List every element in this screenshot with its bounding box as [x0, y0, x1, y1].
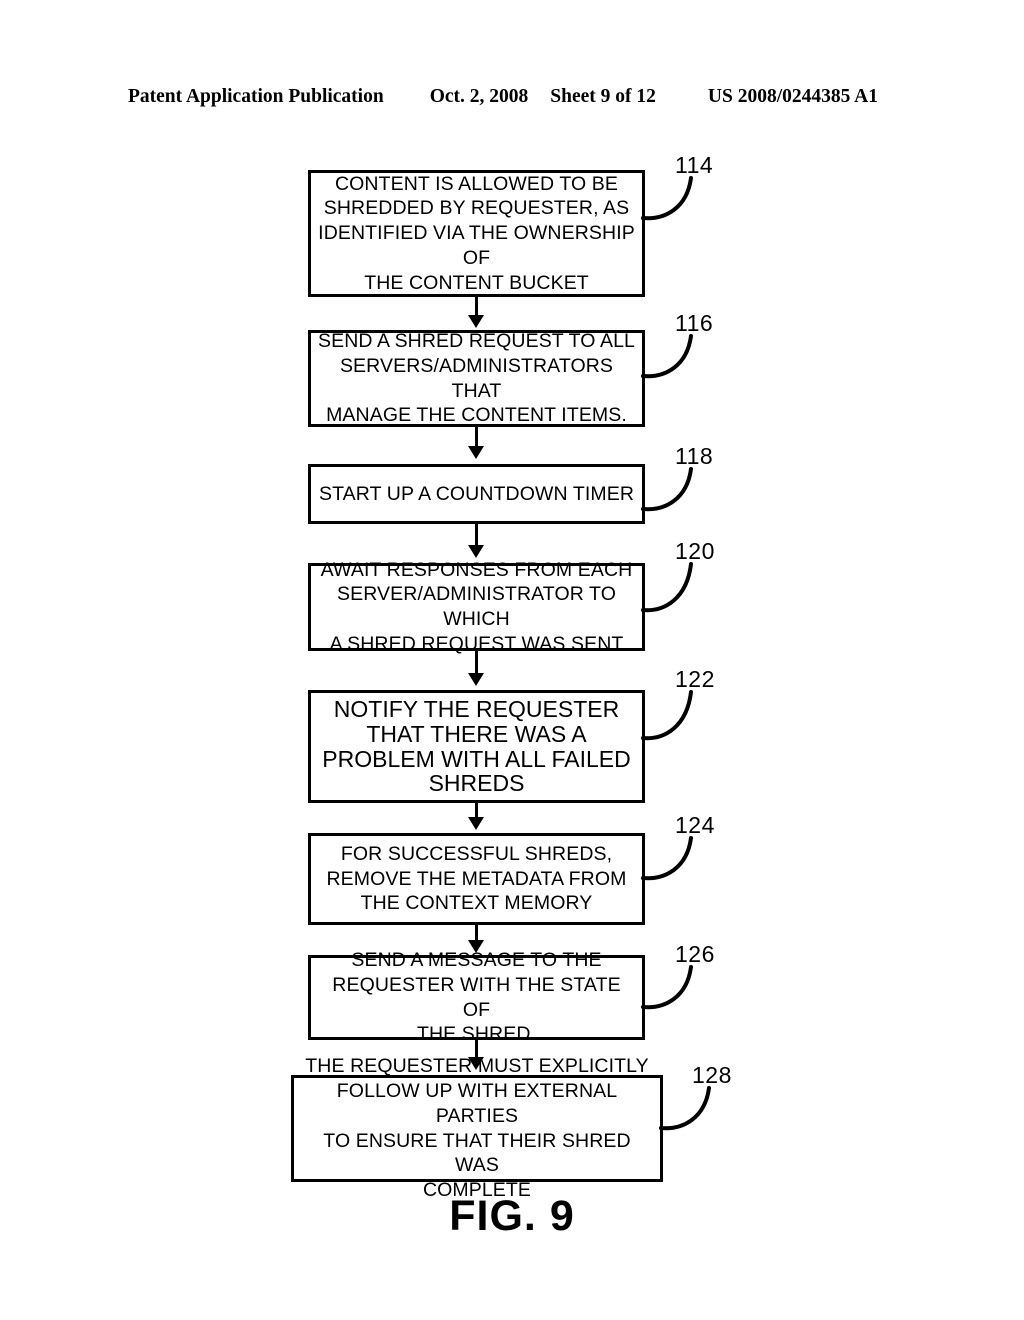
flow-node-114: CONTENT IS ALLOWED TO BE SHREDDED BY REQ…: [308, 170, 645, 297]
flow-node-118-text: START UP A COUNTDOWN TIMER: [319, 482, 634, 505]
leader-line-124: [641, 836, 693, 881]
ref-numeral-124: 124: [675, 812, 715, 838]
connector-116-118: [475, 427, 478, 448]
ref-numeral-114: 114: [675, 152, 714, 178]
flow-node-120: AWAIT RESPONSES FROM EACH SERVER/ADMINIS…: [308, 559, 645, 655]
ref-numeral-120: 120: [675, 538, 715, 564]
flow-node-124: FOR SUCCESSFUL SHREDS, REMOVE THE METADA…: [308, 833, 645, 925]
flow-node-126-text: SEND A MESSAGE TO THE REQUESTER WITH THE…: [332, 949, 621, 1046]
ref-numeral-116: 116: [675, 310, 714, 336]
connector-120-122: [475, 651, 478, 675]
flow-node-122: NOTIFY THE REQUESTER THAT THERE WAS A PR…: [308, 690, 645, 803]
ref-numeral-128: 128: [692, 1062, 732, 1088]
leader-line-116: [641, 334, 693, 379]
flow-node-128-text: THE REQUESTER MUST EXPLICITLY FOLLOW UP …: [305, 1055, 649, 1201]
connector-118-120: [475, 524, 478, 547]
ref-numeral-126: 126: [675, 941, 715, 967]
leader-line-114: [641, 176, 693, 221]
arrowhead-114-116: [468, 315, 484, 328]
flow-node-126: SEND A MESSAGE TO THE REQUESTER WITH THE…: [308, 949, 645, 1045]
flow-node-114-text: CONTENT IS ALLOWED TO BE SHREDDED BY REQ…: [318, 172, 635, 294]
arrowhead-116-118: [468, 446, 484, 459]
ref-numeral-118: 118: [675, 443, 714, 469]
arrowhead-120-122: [468, 673, 484, 686]
leader-line-120: [641, 562, 693, 613]
arrowhead-118-120: [468, 545, 484, 558]
leader-line-126: [641, 965, 693, 1010]
leader-line-122: [641, 690, 693, 741]
flow-node-120-text: AWAIT RESPONSES FROM EACH SERVER/ADMINIS…: [320, 558, 633, 655]
flowchart-diagram: CONTENT IS ALLOWED TO BE SHREDDED BY REQ…: [0, 0, 1024, 1320]
flow-node-118: START UP A COUNTDOWN TIMER: [308, 464, 645, 524]
connector-114-116: [475, 297, 478, 317]
flow-node-116: SEND A SHRED REQUEST TO ALL SERVERS/ADMI…: [308, 330, 645, 427]
leader-line-128: [659, 1086, 711, 1131]
flow-node-124-text: FOR SUCCESSFUL SHREDS, REMOVE THE METADA…: [326, 842, 627, 915]
arrowhead-122-124: [468, 817, 484, 830]
flow-node-116-text: SEND A SHRED REQUEST TO ALL SERVERS/ADMI…: [318, 330, 635, 427]
flow-node-128: THE REQUESTER MUST EXPLICITLY FOLLOW UP …: [291, 1055, 663, 1201]
figure-caption: FIG. 9: [449, 1192, 575, 1240]
ref-numeral-122: 122: [675, 666, 715, 692]
flow-node-122-text: NOTIFY THE REQUESTER THAT THERE WAS A PR…: [322, 696, 631, 797]
leader-line-118: [641, 467, 693, 512]
